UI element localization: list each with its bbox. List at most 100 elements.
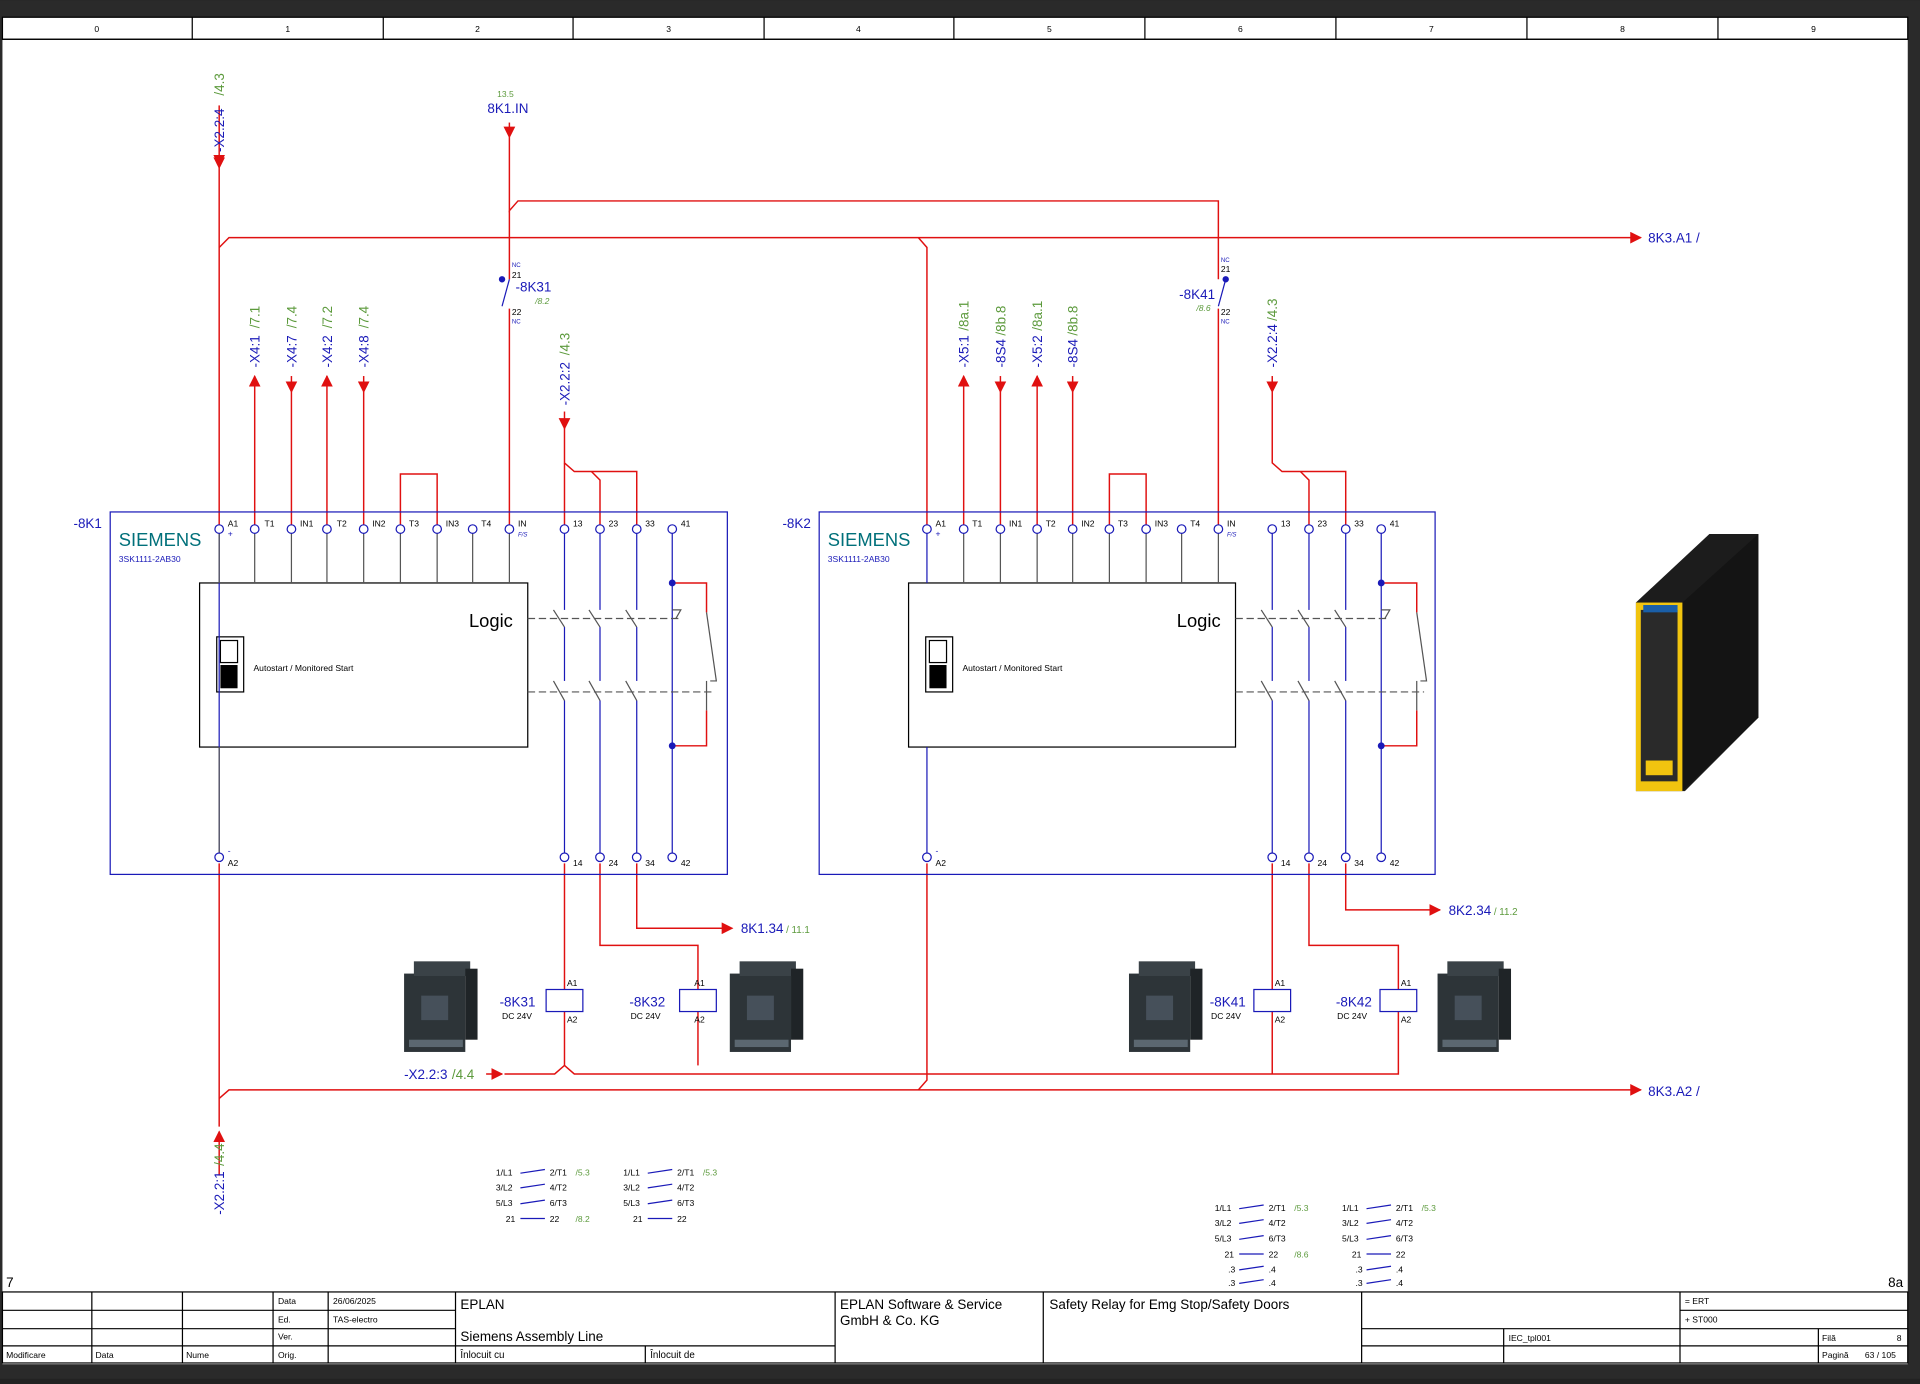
tb-equipment-2: + ST000 <box>1685 1315 1718 1325</box>
contact-tag: -8K31 <box>516 280 552 295</box>
ct-cell: 21 <box>1352 1250 1362 1260</box>
coil-a1: A1 <box>567 978 578 988</box>
terminal-42: 42 <box>681 858 691 868</box>
terminal-in: IN <box>518 519 527 529</box>
xref-x5-2-ref: /8a.1 <box>1030 301 1045 331</box>
terminal-t1: T1 <box>264 519 274 529</box>
terminal-t3: T3 <box>409 519 419 529</box>
ct-cell: 6/T3 <box>1396 1234 1413 1244</box>
ct-cell: 1/L1 <box>623 1168 640 1178</box>
ct-cell: 22 <box>550 1214 560 1224</box>
coil-tag: -8K31 <box>500 995 536 1010</box>
tb-pagina-value: 63 / 105 <box>1865 1350 1896 1360</box>
xref-8k3-a1: 8K3.A1 / <box>1648 231 1700 246</box>
coil-a2: A2 <box>567 1015 578 1025</box>
siemens-logo: SIEMENS <box>828 529 911 550</box>
contact-terminal-22: 22 <box>512 307 522 317</box>
grid-col-4: 4 <box>856 24 861 34</box>
terminal-a2: A2 <box>228 858 239 868</box>
terminal-t2: T2 <box>1046 519 1056 529</box>
relay-model: 3SK1111-2AB30 <box>119 554 181 564</box>
tb-equipment-1: = ERT <box>1685 1296 1710 1306</box>
terminal-minus: - <box>936 846 939 856</box>
ct-cell: 1/L1 <box>1342 1203 1359 1213</box>
terminal-a2: A2 <box>936 858 947 868</box>
ct-cell: 6/T3 <box>677 1198 694 1208</box>
ct-cell: 22 <box>677 1214 687 1224</box>
xref-x2.2-3-ref: /4.4 <box>452 1067 475 1082</box>
contactor-image-icon <box>729 961 804 1052</box>
tb-data2: Data <box>96 1350 114 1360</box>
ct-cell: 4/T2 <box>550 1182 567 1192</box>
xref-x2.2-4b-name: -X2.2:4 <box>1265 324 1280 368</box>
grid-col-3: 3 <box>666 24 671 34</box>
xref-8k1in: 8K1.IN <box>487 101 528 116</box>
coil-a1: A1 <box>1401 978 1412 988</box>
coil-a2: A2 <box>1401 1015 1412 1025</box>
tb-author: TAS-electro <box>333 1315 378 1325</box>
ct-cell: 22 <box>1396 1250 1406 1260</box>
logic-label: Logic <box>469 610 513 631</box>
nc-mark: NC <box>1221 318 1230 325</box>
coil-rating: DC 24V <box>502 1011 532 1021</box>
terminal-in3: IN3 <box>1155 519 1169 529</box>
ct-cell: .3 <box>1228 1278 1235 1288</box>
contact-xref: /8.6 <box>1195 303 1211 313</box>
xref-x5-2-name: -X5:2 <box>1030 335 1045 367</box>
grid-col-6: 6 <box>1238 24 1243 34</box>
contactor-image-icon <box>1128 961 1203 1052</box>
coil-a2: A2 <box>1275 1015 1286 1025</box>
coil-tag: -8K42 <box>1336 995 1372 1010</box>
schematic-drawing: 0 1 2 3 4 5 6 7 8 9 7 8a -8K1 SIEMENS 3S… <box>0 0 1920 1379</box>
xref-8k2-34-ref: / 11.2 <box>1494 907 1518 918</box>
ct-cell: 5/L3 <box>623 1198 640 1208</box>
xref-8s4-a-name: -8S4 <box>993 339 1008 368</box>
xref-8k2-34-name: 8K2.34 <box>1449 903 1492 918</box>
tb-inlocuit-de: Înlocuit de <box>649 1350 695 1361</box>
nc-mark: NC <box>512 262 521 269</box>
ct-cell: 4/T2 <box>677 1182 694 1192</box>
coil-a2: A2 <box>694 1015 705 1025</box>
ct-cell: 3/L2 <box>1342 1218 1359 1228</box>
terminal-41: 41 <box>1390 519 1400 529</box>
ct-cell: .3 <box>1356 1278 1363 1288</box>
tb-data-label: Data <box>278 1296 296 1306</box>
terminal-in1: IN1 <box>1009 519 1023 529</box>
mode-switch-icon <box>925 636 954 693</box>
right-page-margin-label: 8a <box>1888 1275 1903 1290</box>
xref-8s4-b-ref: /8b.8 <box>1066 306 1081 336</box>
grid-col-5: 5 <box>1047 24 1052 34</box>
terminal-in2: IN2 <box>372 519 386 529</box>
xref-8s4-a-ref: /8b.8 <box>993 306 1008 336</box>
siemens-logo: SIEMENS <box>119 529 202 550</box>
terminal-t2: T2 <box>337 519 347 529</box>
xref-8k1-34-ref: / 11.1 <box>786 925 810 936</box>
ct-cell: 5/L3 <box>1342 1234 1359 1244</box>
terminal-in: IN <box>1227 519 1236 529</box>
coil-tag: -8K32 <box>629 995 665 1010</box>
terminal-41: 41 <box>681 519 691 529</box>
xref-x4-1-name: -X4:1 <box>248 335 263 367</box>
tb-fila-label: Filă <box>1822 1333 1836 1343</box>
terminal-a1: A1 <box>936 519 947 529</box>
terminal-34: 34 <box>645 858 655 868</box>
ct-cell: .3 <box>1228 1264 1235 1274</box>
xref-x4-7-ref: /7.4 <box>284 305 299 328</box>
contact-tag: -8K41 <box>1179 287 1215 302</box>
terminal-in3: IN3 <box>446 519 460 529</box>
grid-col-1: 1 <box>285 24 290 34</box>
terminal-t4: T4 <box>481 519 491 529</box>
coil-a1: A1 <box>694 978 705 988</box>
xref-x4-8-ref: /7.4 <box>357 305 372 328</box>
tb-drawing-title: Safety Relay for Emg Stop/Safety Doors <box>1049 1297 1289 1312</box>
mode-switch-label: Autostart / Monitored Start <box>962 663 1063 673</box>
ct-cell: .3 <box>1356 1264 1363 1274</box>
terminal-33: 33 <box>1354 519 1364 529</box>
xref-x2.2-4-name: -X2.2:4 <box>212 108 227 152</box>
xref-x4-8-name: -X4:8 <box>357 335 372 367</box>
terminal-in2: IN2 <box>1081 519 1095 529</box>
xref-x2.2-1-ref: /4.4 <box>212 1143 227 1166</box>
schematic-sheet: 0 1 2 3 4 5 6 7 8 9 7 8a -8K1 SIEMENS 3S… <box>0 0 1920 1379</box>
ct-cell: .4 <box>1396 1278 1403 1288</box>
tb-nume: Nume <box>186 1350 209 1360</box>
